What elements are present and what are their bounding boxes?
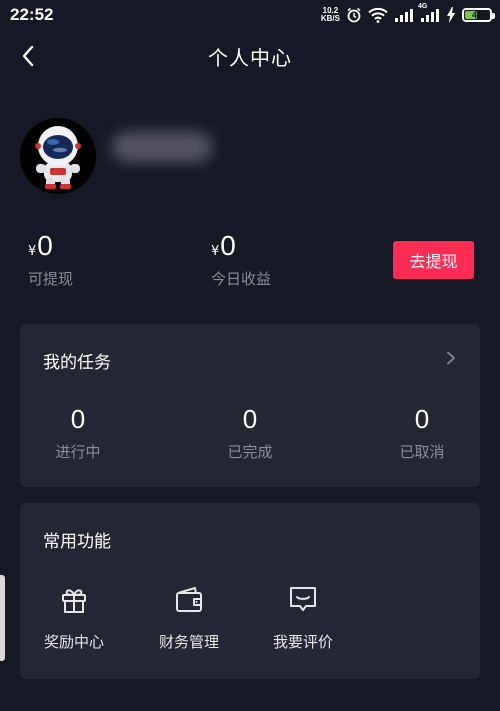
- status-bar: 22:52 10.2 KB/S 4G 41: [0, 0, 500, 30]
- username-blurred: [112, 132, 212, 162]
- task-completed-count: 0: [242, 404, 258, 434]
- network-type: 4G: [418, 3, 428, 10]
- page-title: 个人中心: [208, 45, 292, 70]
- feature-finance-management-label: 财务管理: [158, 633, 219, 651]
- status-icons: 10.2 KB/S 4G 41: [321, 3, 495, 23]
- task-in-progress[interactable]: 0 进行中: [28, 404, 128, 462]
- today-income: ¥ 0 今日收益: [211, 230, 271, 289]
- top-nav-bar: 个人中心: [0, 30, 500, 82]
- wifi-icon: [368, 7, 388, 23]
- withdrawable-amount: 0: [37, 230, 53, 261]
- withdraw-button[interactable]: 去提现: [393, 241, 474, 279]
- feature-reward-center-label: 奖励中心: [43, 633, 104, 651]
- today-income-amount: 0: [220, 230, 236, 261]
- common-features-title: 常用功能: [43, 532, 111, 552]
- battery-level: 41: [471, 10, 482, 20]
- feature-finance-management[interactable]: 财务管理: [141, 583, 237, 652]
- feature-write-review[interactable]: 我要评价: [255, 583, 351, 652]
- avatar[interactable]: [20, 118, 96, 194]
- gift-icon: [62, 589, 86, 613]
- withdrawable-label: 可提现: [28, 270, 74, 288]
- currency-symbol: ¥: [211, 244, 220, 259]
- status-time: 22:52: [10, 5, 54, 24]
- astronaut-avatar: [20, 118, 96, 194]
- network-speed: 10.2 KB/S: [321, 7, 340, 23]
- task-in-progress-count: 0: [70, 404, 86, 434]
- wallet-icon: [176, 587, 202, 612]
- my-tasks-card[interactable]: 我的任务 0 进行中 0 已完成 0 已取消: [20, 324, 480, 487]
- withdrawable-balance: ¥ 0 可提现: [28, 230, 73, 289]
- chevron-right-icon[interactable]: [444, 351, 458, 365]
- task-cancelled-count: 0: [414, 404, 430, 434]
- chevron-left-icon: [22, 45, 34, 67]
- signal-icon: [394, 7, 414, 23]
- task-completed-label: 已完成: [227, 443, 273, 461]
- alarm-icon: [346, 7, 362, 23]
- task-cancelled[interactable]: 0 已取消: [372, 404, 472, 462]
- task-completed[interactable]: 0 已完成: [200, 404, 300, 462]
- charging-icon: [446, 7, 456, 23]
- common-features-card: 常用功能 奖励中心 财务管理 我要评价: [20, 503, 480, 679]
- signal-4g-icon: 4G: [418, 3, 440, 23]
- task-in-progress-label: 进行中: [55, 443, 101, 461]
- my-tasks-title: 我的任务: [43, 353, 111, 373]
- comment-icon: [290, 587, 316, 611]
- floating-side-handle[interactable]: [0, 575, 5, 661]
- back-button[interactable]: [14, 42, 42, 70]
- currency-symbol: ¥: [28, 244, 37, 259]
- task-cancelled-label: 已取消: [399, 443, 445, 461]
- network-speed-unit: KB/S: [320, 14, 340, 23]
- today-income-label: 今日收益: [211, 270, 272, 288]
- feature-write-review-label: 我要评价: [272, 633, 333, 651]
- feature-reward-center[interactable]: 奖励中心: [26, 583, 122, 652]
- battery-icon: 41: [462, 8, 495, 22]
